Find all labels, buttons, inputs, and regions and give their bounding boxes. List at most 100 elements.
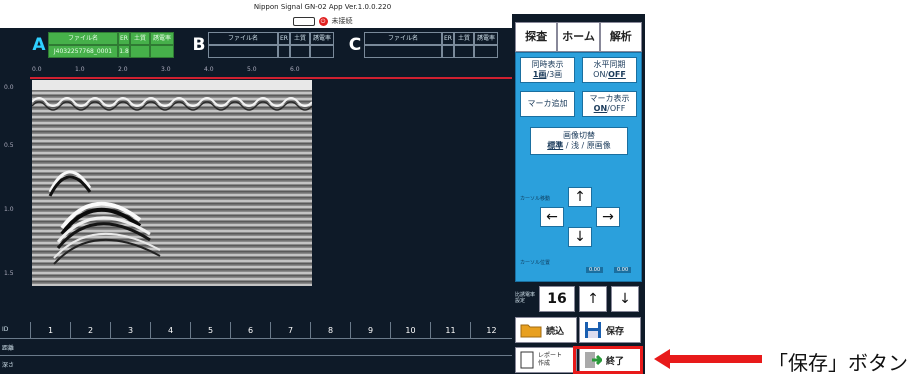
report-button[interactable]: レポート 作成 [515, 347, 577, 373]
table-row-depth: 深さ [0, 356, 512, 373]
filename-header: ファイル名 [208, 32, 278, 45]
report-label: レポート 作成 [538, 352, 563, 367]
id-cell[interactable]: 11 [430, 322, 470, 339]
cursor-position-label: カーソル位置 [520, 260, 551, 266]
channel-a[interactable]: A ファイル名 ER 土質 誘電率 J4032257768_0001 1.8 [30, 32, 174, 58]
callout-label: 「保存」ボタン [768, 351, 908, 374]
control-panel: 探査 ホーム 解析 同時表示 1画/3画 水平同期 ON/OFF マーカ追加 マ… [512, 14, 645, 374]
load-label: 読込 [546, 326, 565, 337]
floppy-disk-icon [585, 322, 601, 338]
x-tick: 6.0 [290, 66, 300, 73]
home-panel: 同時表示 1画/3画 水平同期 ON/OFF マーカ追加 マーカ表示 ON/OF… [515, 52, 642, 282]
er-header: ER [442, 32, 454, 45]
channel-c-info: ファイル名 ER 土質 誘電率 [364, 32, 498, 58]
arrow-up-button[interactable]: ↑ [568, 187, 592, 207]
filename-value [208, 45, 278, 58]
id-cell[interactable]: 4 [150, 322, 190, 339]
id-cell[interactable]: 6 [230, 322, 270, 339]
x-tick: 3.0 [161, 66, 171, 73]
id-cell[interactable]: 1 [30, 322, 70, 339]
row-label: 深さ [2, 362, 15, 369]
h-sync-title: 水平同期 [593, 60, 626, 69]
y-tick: 0.0 [4, 84, 14, 91]
channel-c[interactable]: C ファイル名 ER 土質 誘電率 [346, 32, 498, 58]
soil-header: 土質 [454, 32, 474, 45]
marker-display-button[interactable]: マーカ表示 ON/OFF [582, 91, 637, 117]
channel-b-info: ファイル名 ER 土質 誘電率 [208, 32, 334, 58]
marker-display-options: ON/OFF [593, 104, 626, 113]
id-cell[interactable]: 12 [470, 322, 512, 339]
screenshot-root: Nippon Signal GN-02 App Ver.1.0.0.220 ⏻ … [0, 0, 909, 374]
x-tick: 2.0 [118, 66, 128, 73]
er-header: ER [118, 32, 130, 45]
permittivity-value-field[interactable]: 16 [539, 286, 575, 312]
soil-header: 土質 [130, 32, 150, 45]
y-tick: 1.0 [4, 206, 14, 213]
load-button[interactable]: 読込 [515, 317, 577, 343]
channel-letter-c: C [348, 35, 362, 55]
highlight-box [573, 346, 643, 374]
x-tick: 0.0 [32, 66, 42, 73]
er-value: 1.8 [118, 45, 130, 58]
x-tick: 1.0 [75, 66, 85, 73]
y-tick: 0.5 [4, 142, 14, 149]
simultaneous-display-button[interactable]: 同時表示 1画/3画 [520, 57, 575, 83]
er-header: ER [278, 32, 290, 45]
permittivity-value [150, 45, 174, 58]
arrow-down-button[interactable]: ↓ [568, 227, 592, 247]
er-value [278, 45, 290, 58]
permittivity-down-button[interactable]: ↓ [611, 286, 639, 312]
id-cell[interactable]: 2 [70, 322, 110, 339]
channel-header: A ファイル名 ER 土質 誘電率 J4032257768_0001 1.8 B [0, 28, 512, 62]
connection-status: 未接続 [331, 17, 353, 25]
depth-axis: 0.0 0.5 1.0 1.5 [0, 78, 30, 288]
table-row-id: ID 1 2 3 4 5 6 7 8 9 10 11 12 [0, 322, 512, 339]
h-sync-options: ON/OFF [593, 70, 626, 79]
cursor-line [30, 77, 512, 79]
window-toggle-button[interactable] [292, 16, 315, 26]
id-cell[interactable]: 9 [350, 322, 390, 339]
sim-display-options: 1画/3画 [532, 70, 563, 79]
filename-value: J4032257768_0001 [48, 45, 118, 58]
horizontal-sync-button[interactable]: 水平同期 ON/OFF [582, 57, 637, 83]
app-window: Nippon Signal GN-02 App Ver.1.0.0.220 ⏻ … [0, 0, 645, 374]
permittivity-up-button[interactable]: ↑ [579, 286, 607, 312]
id-cell[interactable]: 3 [110, 322, 150, 339]
soil-value [454, 45, 474, 58]
position-value: 0.00 [614, 267, 632, 273]
sim-display-title: 同時表示 [531, 60, 564, 69]
image-switch-button[interactable]: 画像切替 標準 / 浅 / 原画像 [530, 127, 628, 155]
tab-home[interactable]: ホーム [557, 22, 600, 52]
radar-image [32, 80, 312, 286]
tab-explore[interactable]: 探査 [515, 22, 558, 52]
tab-analysis[interactable]: 解析 [599, 22, 642, 52]
permittivity-header: 誘電率 [474, 32, 498, 45]
channel-letter-b: B [192, 35, 206, 55]
soil-value [290, 45, 310, 58]
position-value: 0.00 [586, 267, 604, 273]
id-cell[interactable]: 10 [390, 322, 430, 339]
x-tick: 4.0 [204, 66, 214, 73]
row-label: 距離 [2, 345, 15, 352]
radar-scan-image[interactable] [32, 80, 312, 286]
row-label: ID [2, 326, 9, 333]
channel-b[interactable]: B ファイル名 ER 土質 誘電率 [190, 32, 334, 58]
save-label: 保存 [606, 326, 625, 337]
cursor-move-label: カーソル移動 [520, 196, 551, 202]
tab-bar: 探査 ホーム 解析 [515, 22, 642, 52]
id-cell[interactable]: 8 [310, 322, 350, 339]
x-tick: 5.0 [247, 66, 257, 73]
arrow-left-button[interactable]: ← [540, 207, 564, 227]
document-icon [520, 351, 534, 369]
table-row-distance: 距離 [0, 339, 512, 356]
add-marker-button[interactable]: マーカ追加 [520, 91, 575, 117]
id-cell[interactable]: 5 [190, 322, 230, 339]
er-value [442, 45, 454, 58]
save-button[interactable]: 保存 [579, 317, 641, 343]
arrow-right-button[interactable]: → [596, 207, 620, 227]
id-cell[interactable]: 7 [270, 322, 310, 339]
permittivity-header: 誘電率 [150, 32, 174, 45]
results-table: ID 1 2 3 4 5 6 7 8 9 10 11 12 距離 深さ [0, 322, 512, 374]
power-icon: ⏻ [318, 16, 328, 26]
permittivity-header: 誘電率 [310, 32, 334, 45]
